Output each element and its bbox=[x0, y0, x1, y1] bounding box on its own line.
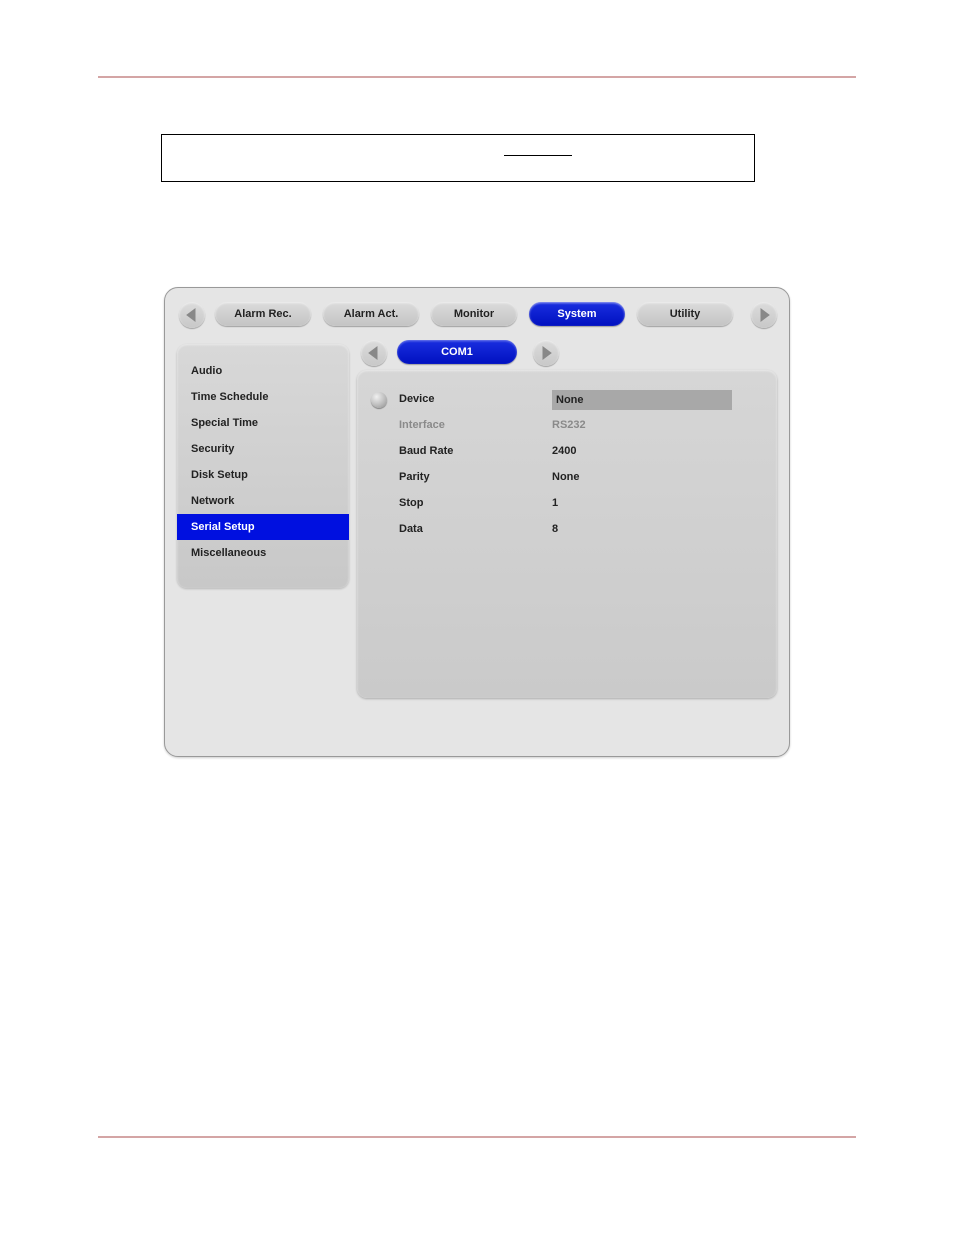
setting-value[interactable]: 8 bbox=[552, 523, 732, 535]
tab-label: Monitor bbox=[454, 308, 494, 320]
setting-row-baud-rate: Baud Rate 2400 bbox=[357, 440, 777, 466]
setting-radio[interactable] bbox=[371, 392, 387, 408]
tab-label: Alarm Rec. bbox=[234, 308, 291, 320]
setting-label: Baud Rate bbox=[399, 445, 453, 457]
sidebar-item-label: Special Time bbox=[191, 417, 258, 429]
setting-label: Stop bbox=[399, 497, 423, 509]
sidebar-item-label: Disk Setup bbox=[191, 469, 248, 481]
sidebar-item-label: Security bbox=[191, 443, 234, 455]
app-window: Alarm Rec. Alarm Act. Monitor System Utility… bbox=[164, 287, 790, 757]
setting-value[interactable]: 1 bbox=[552, 497, 732, 509]
sidebar-item-special-time[interactable]: Special Time bbox=[177, 410, 349, 436]
sidebar-item-network[interactable]: Network bbox=[177, 488, 349, 514]
setting-row-parity: Parity None bbox=[357, 466, 777, 492]
subtab-label: COM1 bbox=[441, 346, 473, 358]
setting-row-stop: Stop 1 bbox=[357, 492, 777, 518]
setting-value[interactable]: RS232 bbox=[552, 419, 732, 431]
setting-label: Data bbox=[399, 523, 423, 535]
sidebar-item-label: Network bbox=[191, 495, 234, 507]
sidebar-item-label: Miscellaneous bbox=[191, 547, 266, 559]
tabs-next-button[interactable] bbox=[751, 302, 777, 328]
note-underline bbox=[504, 155, 572, 156]
sidebar-item-label: Audio bbox=[191, 365, 222, 377]
divider-bottom bbox=[98, 1136, 856, 1138]
tab-monitor[interactable]: Monitor bbox=[431, 302, 517, 326]
setting-label: Interface bbox=[399, 419, 445, 431]
sidebar-item-audio[interactable]: Audio bbox=[177, 358, 349, 384]
setting-row-data: Data 8 bbox=[357, 518, 777, 544]
note-box bbox=[161, 134, 755, 182]
sidebar-item-miscellaneous[interactable]: Miscellaneous bbox=[177, 540, 349, 566]
setting-label: Parity bbox=[399, 471, 430, 483]
tab-alarm-rec-[interactable]: Alarm Rec. bbox=[215, 302, 311, 326]
tab-label: Alarm Act. bbox=[344, 308, 399, 320]
setting-row-interface: Interface RS232 bbox=[357, 414, 777, 440]
setting-row-device: Device None bbox=[357, 388, 777, 414]
divider-top bbox=[98, 76, 856, 78]
tab-label: Utility bbox=[670, 308, 701, 320]
tab-label: System bbox=[557, 308, 596, 320]
setting-value[interactable]: 2400 bbox=[552, 445, 732, 457]
setting-value[interactable]: None bbox=[552, 471, 732, 483]
sidebar-item-label: Time Schedule bbox=[191, 391, 268, 403]
tabs-prev-button[interactable] bbox=[179, 302, 205, 328]
tab-utility[interactable]: Utility bbox=[637, 302, 733, 326]
content-panel: Device None Interface RS232 Baud Rate 2400 Par… bbox=[357, 370, 777, 698]
setting-label: Device bbox=[399, 393, 434, 405]
subtab-next-button[interactable] bbox=[533, 340, 559, 366]
sidebar-item-serial-setup[interactable]: Serial Setup bbox=[177, 514, 349, 540]
tab-alarm-act-[interactable]: Alarm Act. bbox=[323, 302, 419, 326]
subtab-prev-button[interactable] bbox=[361, 340, 387, 366]
sidebar-item-disk-setup[interactable]: Disk Setup bbox=[177, 462, 349, 488]
sidebar: Audio Time Schedule Special Time Security Di… bbox=[177, 344, 349, 588]
sub-tab-bar: COM1 bbox=[355, 340, 615, 370]
setting-value[interactable]: None bbox=[552, 390, 732, 410]
top-tab-bar: Alarm Rec. Alarm Act. Monitor System Utility bbox=[165, 302, 789, 338]
sidebar-item-time-schedule[interactable]: Time Schedule bbox=[177, 384, 349, 410]
sidebar-item-security[interactable]: Security bbox=[177, 436, 349, 462]
tab-system[interactable]: System bbox=[529, 302, 625, 326]
sidebar-item-label: Serial Setup bbox=[191, 521, 255, 533]
subtab-com1[interactable]: COM1 bbox=[397, 340, 517, 364]
